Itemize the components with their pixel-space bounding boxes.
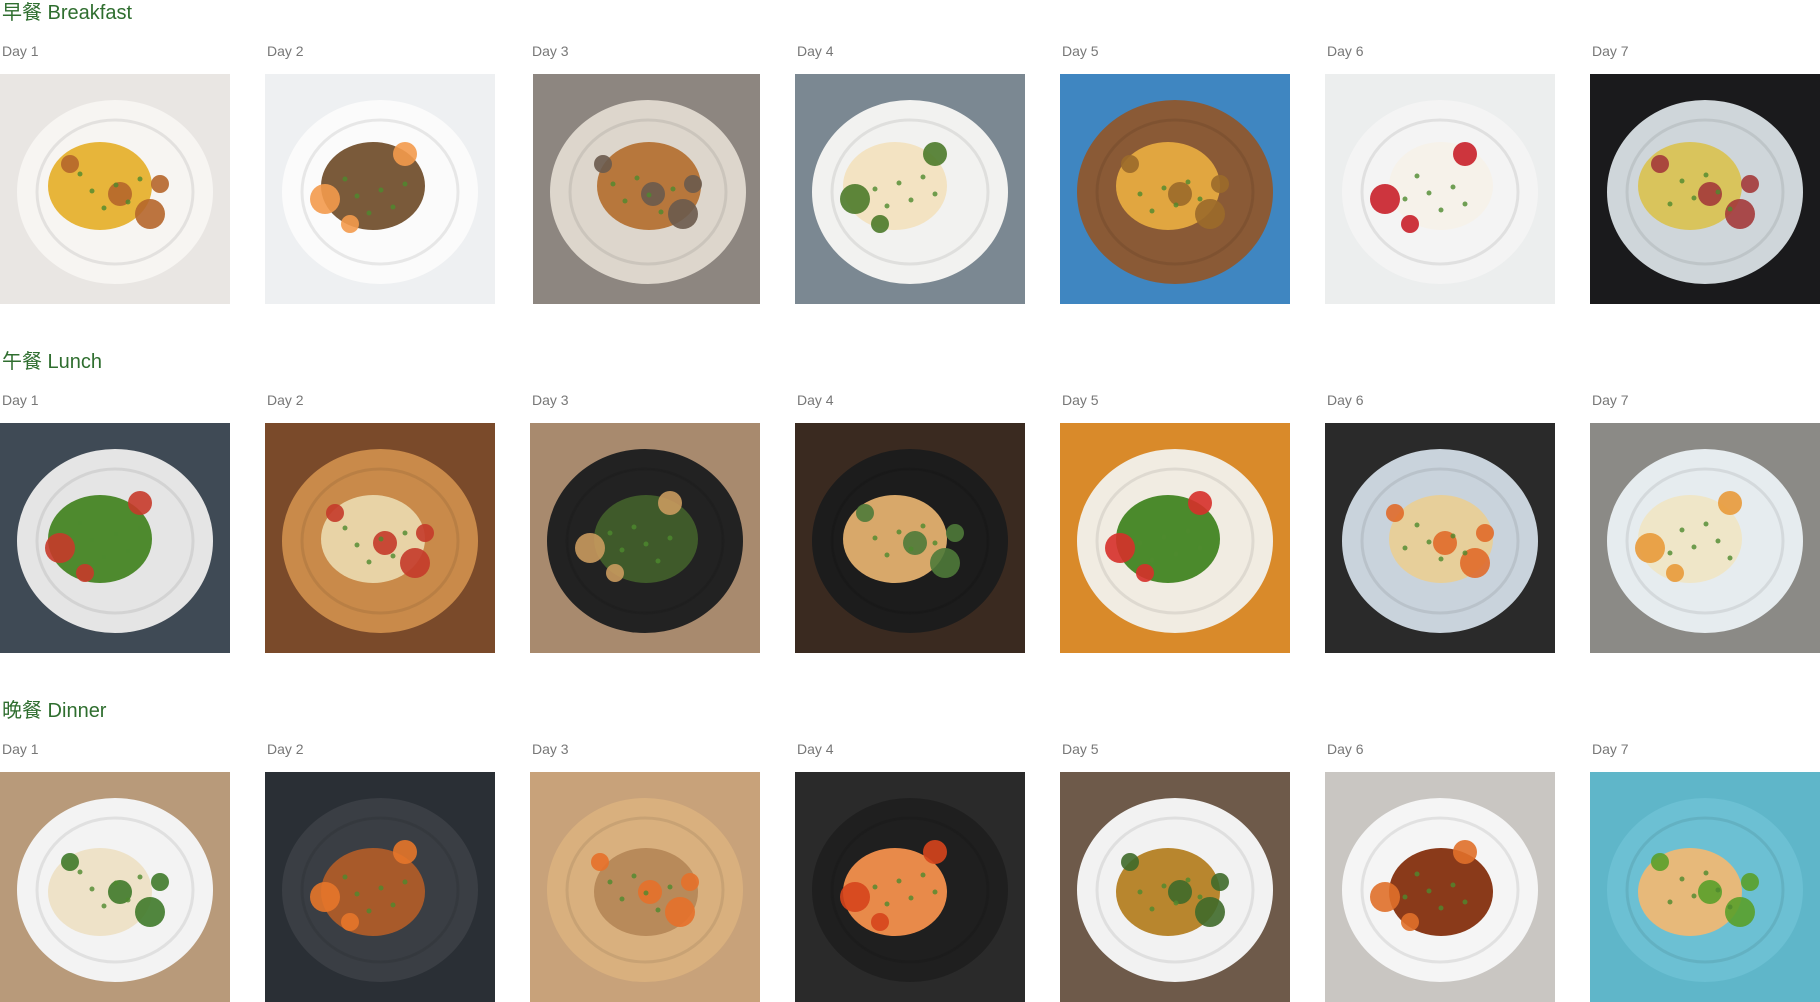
day-label: Day 7: [1592, 392, 1629, 408]
section-title-breakfast: 早餐 Breakfast: [2, 2, 133, 24]
day-label: Day 4: [797, 392, 834, 408]
day-label: Day 6: [1327, 43, 1364, 59]
fried-potatoes-scrambled-eggs-photo[interactable]: [0, 74, 230, 304]
day-label: Day 4: [797, 43, 834, 59]
yogurt-berry-jar-photo[interactable]: [1325, 74, 1555, 304]
noodle-soup-bowl-photo[interactable]: [1325, 423, 1555, 653]
day-label: Day 7: [1592, 741, 1629, 757]
day-label: Day 5: [1062, 392, 1099, 408]
green-salad-bread-photo[interactable]: [0, 423, 230, 653]
rice-salad-plates-photo[interactable]: [1590, 423, 1820, 653]
day-label: Day 3: [532, 741, 569, 757]
section-title-lunch: 午餐 Lunch: [2, 351, 103, 373]
sesame-chicken-salad-photo[interactable]: [265, 772, 495, 1002]
day-label: Day 5: [1062, 741, 1099, 757]
bagel-sandwich-dark-plate-photo[interactable]: [795, 423, 1025, 653]
pho-noodle-soup-photo[interactable]: [0, 772, 230, 1002]
fish-fillet-vegetable-plate-photo[interactable]: [1590, 772, 1820, 1002]
day-label: Day 2: [267, 392, 304, 408]
day-label: Day 6: [1327, 392, 1364, 408]
meal-plan-page: 早餐 Breakfast Day 1 Day 2 Day 3 Day 4 Day…: [0, 0, 1820, 1002]
eggs-benedict-avocado-photo[interactable]: [795, 74, 1025, 304]
day-label: Day 5: [1062, 43, 1099, 59]
grilled-salmon-peppers-photo[interactable]: [795, 772, 1025, 1002]
day-label: Day 3: [532, 392, 569, 408]
day-label: Day 4: [797, 741, 834, 757]
grilled-chicken-vegetables-photo[interactable]: [530, 772, 760, 1002]
day-label: Day 2: [267, 43, 304, 59]
day-label: Day 1: [2, 392, 39, 408]
shakshuka-pan-toast-photo[interactable]: [530, 423, 760, 653]
section-title-dinner: 晚餐 Dinner: [2, 700, 107, 722]
omelette-pan-vegetables-photo[interactable]: [1590, 74, 1820, 304]
day-label: Day 3: [532, 43, 569, 59]
stir-fried-noodles-photo[interactable]: [1060, 772, 1290, 1002]
chicken-burrito-wrap-photo[interactable]: [265, 423, 495, 653]
day-label: Day 6: [1327, 741, 1364, 757]
day-label: Day 1: [2, 43, 39, 59]
day-label: Day 7: [1592, 43, 1629, 59]
muesli-peach-bowl-photo[interactable]: [265, 74, 495, 304]
shrimp-curry-rice-photo[interactable]: [1325, 772, 1555, 1002]
day-label: Day 2: [267, 741, 304, 757]
tomato-avocado-corn-plate-photo[interactable]: [1060, 423, 1290, 653]
croissant-on-tray-photo[interactable]: [533, 74, 760, 304]
day-label: Day 1: [2, 741, 39, 757]
grilled-sandwich-photo[interactable]: [1060, 74, 1290, 304]
